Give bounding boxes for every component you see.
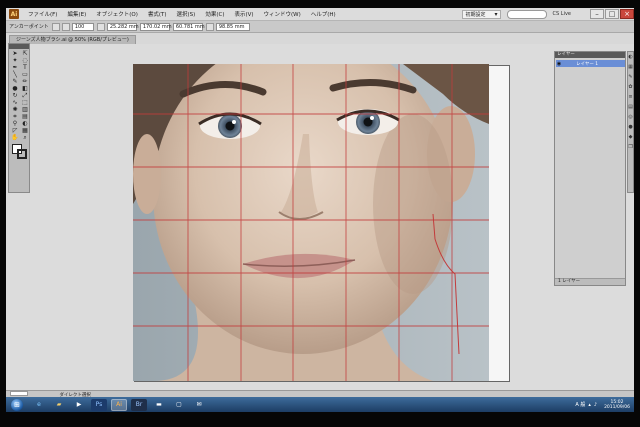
layers-panel: レイヤー ◉ レイヤー 1 1 レイヤー [554, 51, 626, 286]
layer-name: レイヤー 1 [576, 61, 599, 67]
gradient-tool-icon[interactable]: ▤ [20, 113, 30, 120]
menu-view[interactable]: 表示(V) [229, 10, 258, 18]
graph-tool-icon[interactable]: ▥ [20, 106, 30, 113]
zoom-tool-icon[interactable]: ⌕ [20, 134, 30, 141]
tools-grid: ➤ ⇱ ✦ ◌ ✒ T ╲ ▭ ✎ ✏ ● ◧ ↻ ⤢ ∿ ⬚ ✺ ▥ ⌗ ▤ … [9, 49, 29, 142]
workspace-switcher[interactable]: 初期設定 [461, 9, 501, 19]
magic-wand-icon[interactable]: ✦ [10, 57, 20, 64]
lasso-icon[interactable]: ◌ [20, 57, 30, 64]
photoshop-taskbar-icon[interactable]: Ps [91, 398, 107, 411]
panel-dock: ◐ ▦ ✎ ✿ ≡ ▤ ◎ ● ◆ ❐ [627, 51, 634, 193]
layers-tab[interactable]: レイヤー [557, 52, 575, 58]
placed-photo[interactable] [133, 64, 489, 381]
line-tool-icon[interactable]: ╲ [10, 71, 20, 78]
width-field[interactable]: 60.781 mm [172, 22, 205, 31]
menu-bar: Ai ファイル(F) 編集(E) オブジェクト(O) 書式(T) 選択(S) 効… [6, 8, 634, 21]
cs-live-button[interactable]: CS Live [553, 11, 571, 17]
swatches-panel-icon[interactable]: ▦ [628, 65, 633, 70]
convert-anchor-button[interactable] [51, 22, 60, 31]
taskbar-clock[interactable]: 15:02 2011/09/06 [604, 400, 630, 410]
zoom-field[interactable] [10, 391, 28, 396]
monitor-screen: Ai ファイル(F) 編集(E) オブジェクト(O) 書式(T) 選択(S) 効… [6, 8, 634, 412]
y-field[interactable]: 170.02 mm [139, 22, 172, 31]
opacity-field[interactable]: 100 [71, 22, 94, 31]
system-tray: A 般 ▴ ♪ [575, 401, 600, 409]
ai-app-icon[interactable]: Ai [9, 9, 19, 19]
menu-type[interactable]: 書式(T) [143, 10, 172, 18]
control-bar: アンカーポイント 100 25.282 mm 170.02 mm 60.781 … [6, 21, 634, 33]
language-indicator[interactable]: A 般 [575, 401, 585, 408]
menu-help[interactable]: ヘルプ(H) [306, 10, 341, 18]
illustrator-taskbar-icon[interactable]: Ai [111, 398, 127, 411]
status-bar: ダイレクト選択 [6, 390, 634, 398]
layers-panel-icon[interactable]: ❐ [628, 145, 633, 150]
direct-selection-icon[interactable]: ⇱ [20, 50, 30, 57]
align-button[interactable] [96, 22, 105, 31]
convert-smooth-button[interactable] [61, 22, 70, 31]
layers-footer: 1 レイヤー [555, 278, 625, 285]
rectangle-tool-icon[interactable]: ▭ [20, 71, 30, 78]
layers-panel-header[interactable]: レイヤー [555, 52, 625, 58]
eye-icon[interactable]: ◉ [556, 61, 562, 67]
appearance-panel-icon[interactable]: ● [628, 125, 633, 130]
app-taskbar-icon-2[interactable]: ▢ [171, 399, 187, 411]
height-field[interactable]: 98.85 mm [215, 22, 250, 31]
stroke-panel-icon[interactable]: ≡ [628, 95, 633, 100]
hand-tool-icon[interactable]: ✋ [10, 134, 20, 141]
stroke-swatch[interactable] [17, 149, 27, 159]
app-taskbar-icon-3[interactable]: ✉ [191, 399, 207, 411]
tools-panel: ➤ ⇱ ✦ ◌ ✒ T ╲ ▭ ✎ ✏ ● ◧ ↻ ⤢ ∿ ⬚ ✺ ▥ ⌗ ▤ … [8, 43, 30, 193]
scale-tool-icon[interactable]: ⤢ [20, 92, 30, 99]
pen-tool-icon[interactable]: ✒ [10, 64, 20, 71]
face-photo-illustration [133, 64, 489, 381]
close-icon[interactable]: × [620, 9, 634, 19]
minimize-icon[interactable]: – [590, 9, 604, 19]
eyedropper-icon[interactable]: ⚲ [10, 120, 20, 127]
gradient-panel-icon[interactable]: ▤ [628, 105, 633, 110]
explorer-taskbar-icon[interactable]: ▰ [51, 399, 67, 411]
windows-start-icon[interactable]: ⊞ [11, 398, 23, 411]
slice-tool-icon[interactable]: ◸ [10, 127, 20, 134]
brushes-panel-icon[interactable]: ✎ [628, 75, 633, 80]
transparency-panel-icon[interactable]: ◎ [628, 115, 633, 120]
menu-file[interactable]: ファイル(F) [23, 10, 62, 18]
clock-date: 2011/09/06 [604, 404, 630, 410]
fill-stroke-swatch[interactable] [9, 144, 29, 162]
blend-tool-icon[interactable]: ◐ [20, 120, 30, 127]
window-controls: – □ × [589, 9, 634, 19]
search-input[interactable] [506, 9, 547, 19]
blob-brush-icon[interactable]: ● [10, 85, 20, 92]
graphic-styles-icon[interactable]: ◆ [628, 135, 633, 140]
layer-row[interactable]: ◉ レイヤー 1 [556, 60, 625, 67]
warp-tool-icon[interactable]: ∿ [10, 99, 20, 106]
media-player-taskbar-icon[interactable]: ▶ [71, 399, 87, 411]
symbols-panel-icon[interactable]: ✿ [628, 85, 633, 90]
link-proportions-button[interactable] [205, 22, 214, 31]
mesh-tool-icon[interactable]: ⌗ [10, 113, 20, 120]
bridge-taskbar-icon[interactable]: Br [131, 398, 147, 411]
windows-taskbar: ⊞ e ▰ ▶ Ps Ai Br ▬ ▢ ✉ A 般 ▴ ♪ 15:02 201… [6, 397, 634, 412]
menu-window[interactable]: ウィンドウ(W) [259, 10, 306, 18]
color-panel-icon[interactable]: ◐ [628, 55, 633, 60]
brush-tool-icon[interactable]: ✎ [10, 78, 20, 85]
control-bar-label: アンカーポイント [9, 24, 49, 30]
pencil-tool-icon[interactable]: ✏ [20, 78, 30, 85]
app-taskbar-icon-1[interactable]: ▬ [151, 399, 167, 411]
menu-edit[interactable]: 編集(E) [62, 10, 91, 18]
free-transform-icon[interactable]: ⬚ [20, 99, 30, 106]
menu-object[interactable]: オブジェクト(O) [91, 10, 143, 18]
network-icon[interactable]: ▴ [588, 402, 591, 408]
menu-effect[interactable]: 効果(C) [200, 10, 229, 18]
volume-icon[interactable]: ♪ [594, 402, 597, 408]
ie-taskbar-icon[interactable]: e [31, 399, 47, 411]
rotate-tool-icon[interactable]: ↻ [10, 92, 20, 99]
x-field[interactable]: 25.282 mm [106, 22, 139, 31]
maximize-icon[interactable]: □ [605, 9, 619, 19]
selection-tool-icon[interactable]: ➤ [10, 50, 20, 57]
menu-select[interactable]: 選択(S) [172, 10, 201, 18]
type-tool-icon[interactable]: T [20, 64, 30, 71]
